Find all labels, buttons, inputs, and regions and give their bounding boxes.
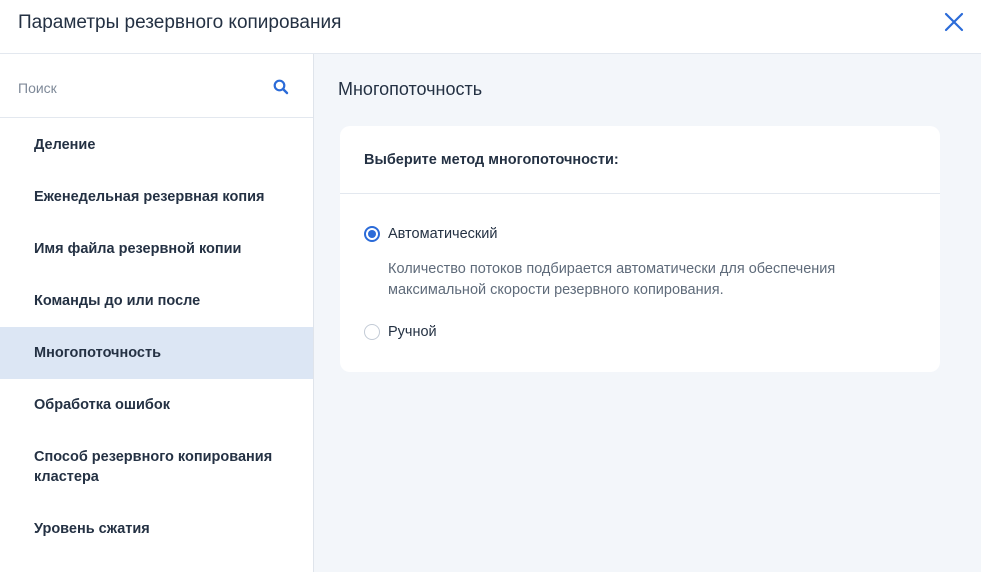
sidebar-item-cluster-backup-mode[interactable]: Способ резервного копирования кластера: [0, 431, 313, 503]
sidebar: Деление Еженедельная резервная копия Имя…: [0, 54, 314, 572]
sidebar-item-pre-post-commands[interactable]: Команды до или после: [0, 275, 313, 327]
radio-manual[interactable]: [364, 324, 380, 340]
search-input[interactable]: [18, 76, 258, 100]
sidebar-item-division[interactable]: Деление: [0, 119, 313, 171]
radio-automatic-label: Автоматический: [388, 226, 498, 242]
radio-option-manual[interactable]: Ручной: [364, 324, 437, 340]
card-header: Выберите метод многопоточности:: [340, 126, 940, 194]
sidebar-item-backup-file-name[interactable]: Имя файла резервной копии: [0, 223, 313, 275]
close-icon: [944, 12, 964, 32]
automatic-description: Количество потоков подбирается автоматич…: [388, 261, 836, 298]
sidebar-item-error-handling[interactable]: Обработка ошибок: [0, 379, 313, 431]
close-button[interactable]: [940, 8, 968, 36]
search-box: [0, 54, 313, 118]
sidebar-nav: Деление Еженедельная резервная копия Имя…: [0, 119, 313, 555]
page-title: Многопоточность: [338, 79, 483, 99]
sidebar-item-multithreading[interactable]: Многопоточность: [0, 327, 313, 379]
radio-manual-label: Ручной: [388, 324, 437, 340]
search-icon: [273, 79, 289, 95]
main-content: Многопоточность Выберите метод многопото…: [314, 54, 981, 572]
dialog-header: Параметры резервного копирования: [0, 0, 981, 54]
radio-option-automatic[interactable]: Автоматический: [364, 226, 497, 242]
multithreading-card: Выберите метод многопоточности: Автомати…: [340, 126, 940, 372]
search-button[interactable]: [272, 78, 290, 96]
radio-automatic[interactable]: [364, 226, 380, 242]
dialog-title: Параметры резервного копирования: [18, 12, 342, 33]
sidebar-item-compression-level[interactable]: Уровень сжатия: [0, 503, 313, 555]
sidebar-item-weekly-backup[interactable]: Еженедельная резервная копия: [0, 171, 313, 223]
